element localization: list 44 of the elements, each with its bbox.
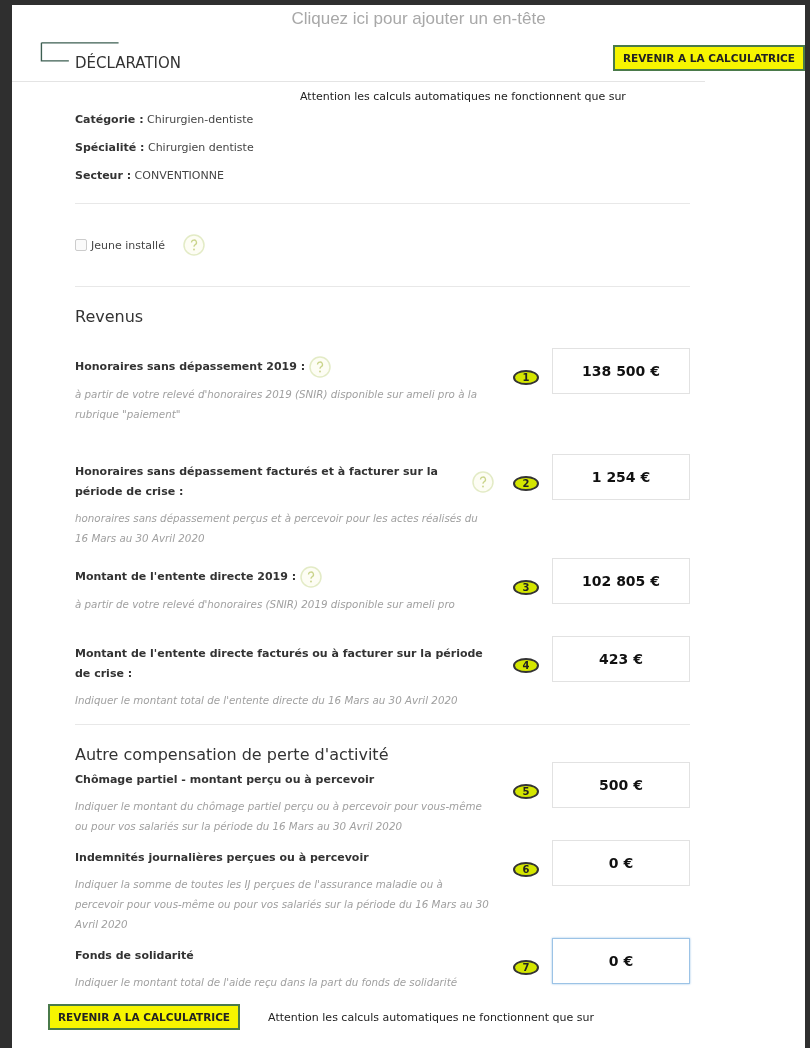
page-title: DÉCLARATION: [75, 54, 181, 72]
field-hint: Indiquer le montant total de l'aide reçu dans la part du fonds de solidarité: [75, 975, 458, 990]
field-hint: Indiquer la somme de toutes les IJ perçues de l'assurance maladie ou à percevoir pour vous-même ou pour vos salariés sur la période du 16 Mars au 30 Avril 2020: [75, 877, 490, 932]
field-hint: Indiquer le montant du chômage partiel perçu ou à percevoir pour vous-même ou pour vos salariés sur la période du 16 Mars au 30 Avril 2020: [75, 799, 483, 834]
amount-field[interactable]: 423 €: [552, 636, 690, 682]
section-title: Revenus: [75, 307, 145, 326]
info-line: Spécialité : Chirurgien dentiste: [75, 139, 255, 156]
checkbox[interactable]: [75, 239, 87, 251]
notice-text: Attention les calculs automatiques ne fonctionnent que sur: [268, 1010, 594, 1024]
number-badge: 7: [513, 960, 539, 975]
amount-field[interactable]: 1 254 €: [552, 454, 690, 500]
field-label: Chômage partiel - montant perçu ou à percevoir: [75, 772, 375, 788]
field-label: Honoraires sans dépassement 2019 :: [75, 359, 306, 375]
checkbox-label: Jeune installé: [91, 238, 165, 252]
help-icon[interactable]: [300, 566, 323, 588]
field-hint: Indiquer le montant total de l'entente directe du 16 Mars au 30 Avril 2020: [75, 693, 459, 708]
number-badge: 3: [513, 580, 539, 595]
field-label: Indemnités journalières perçues ou à percevoir: [75, 850, 369, 866]
field-hint: à partir de votre relevé d'honoraires 2019 (SNIR) disponible sur ameli pro à la rubrique "paiement": [75, 387, 478, 422]
number-badge: 1: [513, 370, 539, 385]
amount-field[interactable]: 0 €: [552, 938, 690, 984]
number-badge: 2: [513, 476, 539, 491]
number-badge: 5: [513, 784, 539, 799]
field-label: Fonds de solidarité: [75, 948, 194, 964]
info-line: Catégorie : Chirurgien-dentiste: [75, 111, 255, 128]
field-hint: à partir de votre relevé d'honoraires (SNIR) 2019 disponible sur ameli pro: [75, 597, 456, 612]
section-title: Autre compensation de perte d'activité: [75, 745, 390, 764]
help-icon[interactable]: [472, 471, 494, 493]
field-label: Honoraires sans dépassement facturés et à facturer sur la période de crise :: [75, 464, 439, 500]
back-to-calculator-button[interactable]: REVENIR A LA CALCULATRICE: [612, 45, 805, 71]
help-icon[interactable]: [182, 234, 205, 256]
notice-text: Attention les calculs automatiques ne fonctionnent que sur: [299, 89, 627, 103]
number-badge: 4: [513, 658, 539, 673]
amount-field[interactable]: 500 €: [552, 762, 690, 808]
field-hint: honoraires sans dépassement perçus et à percevoir pour les actes réalisés du 16 Mars au 30 Avril 2020: [75, 511, 479, 546]
back-to-calculator-button[interactable]: REVENIR A LA CALCULATRICE: [48, 1004, 241, 1030]
amount-field[interactable]: 102 805 €: [552, 558, 690, 604]
help-icon[interactable]: [309, 356, 332, 378]
amount-field[interactable]: 138 500 €: [552, 348, 690, 394]
amount-field[interactable]: 0 €: [552, 840, 690, 886]
number-badge: 6: [513, 862, 539, 877]
field-label: Montant de l'entente directe facturés ou à facturer sur la période de crise :: [75, 646, 484, 682]
info-line: Secteur : CONVENTIONNE: [75, 167, 225, 184]
field-label: Montant de l'entente directe 2019 :: [75, 569, 297, 585]
